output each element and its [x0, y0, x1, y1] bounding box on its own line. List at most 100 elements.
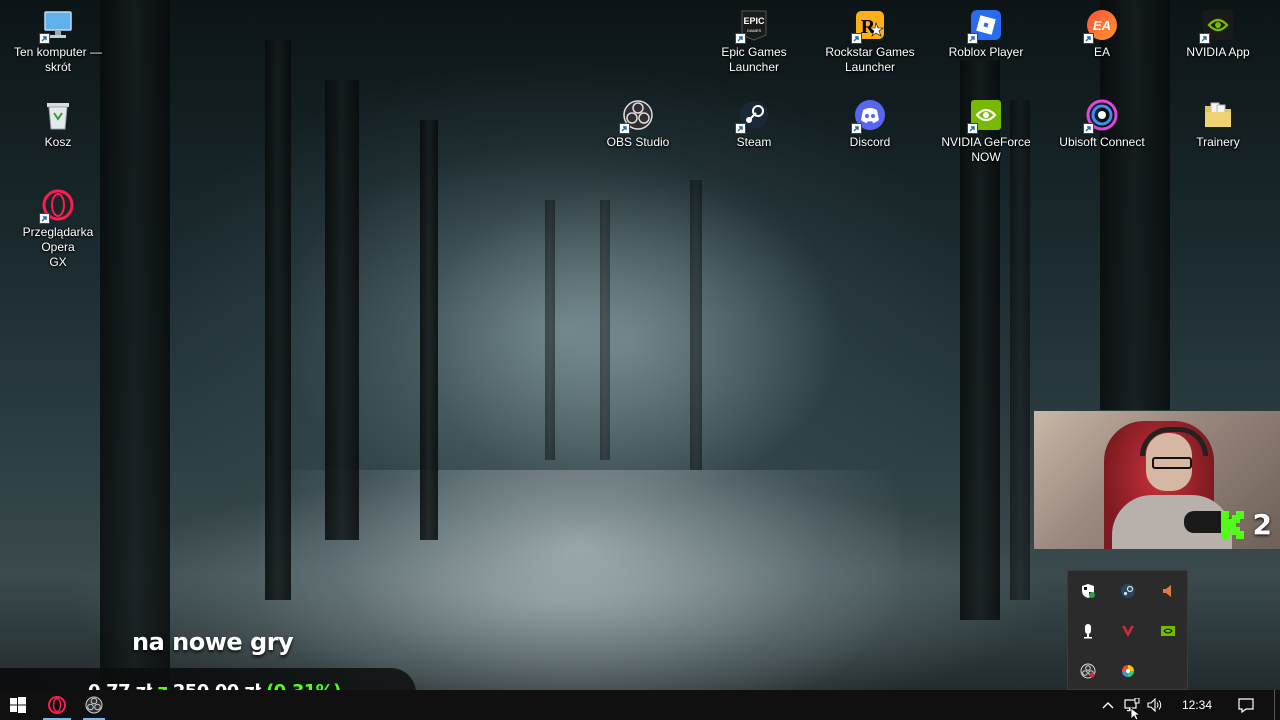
color-wheel-icon [1122, 665, 1134, 677]
obs-icon [85, 696, 103, 714]
tray-nvidia[interactable] [1148, 611, 1188, 651]
wallpaper-tree [265, 40, 291, 600]
desktop-icon-label: Ten komputer — [13, 45, 103, 59]
nvidia-icon [967, 98, 1003, 134]
tray-vpn[interactable] [1108, 611, 1148, 651]
desktop-icon-label: Trainery [1196, 135, 1240, 149]
tray-obs[interactable] [1068, 651, 1108, 691]
wallpaper-fog [420, 180, 840, 500]
tray-steam[interactable] [1108, 571, 1148, 611]
chevron-up-icon [1102, 702, 1114, 709]
wallpaper-tree [1010, 100, 1030, 600]
desktop-icon-label: GX [49, 255, 67, 269]
obs-icon [1080, 663, 1096, 679]
desktop-icon-discord[interactable]: Discord [818, 98, 922, 150]
desktop-icon-nvidia-app[interactable]: NVIDIA App [1166, 8, 1270, 60]
desktop-icon-label: Przeglądarka Opera [22, 225, 94, 254]
wallpaper-tree [100, 0, 170, 690]
webcam-glasses [1152, 457, 1192, 469]
show-hidden-icons-button[interactable] [1096, 690, 1120, 720]
steam-icon [735, 98, 771, 134]
desktop-icon-rockstar[interactable]: R Rockstar Games Launcher [818, 8, 922, 75]
desktop-icon-label: skrót [44, 60, 71, 74]
tray-windows-security[interactable] [1068, 571, 1108, 611]
speaker-muted-icon [1163, 585, 1171, 597]
kick-logo-icon [1220, 510, 1247, 539]
tray-overflow-flyout [1067, 570, 1188, 690]
rockstar-icon: R [851, 8, 887, 44]
webcam-overlay: 2 [1034, 411, 1280, 549]
ea-icon: EA [1083, 8, 1119, 44]
start-button[interactable] [0, 690, 36, 720]
desktop-icon-label: Steam [736, 135, 772, 149]
steam-icon [1121, 584, 1135, 598]
folder-icon [1201, 98, 1235, 132]
wallpaper-tree [325, 80, 359, 540]
notification-icon [1238, 698, 1254, 713]
taskbar: 12:34 [0, 690, 1280, 720]
desktop-icon-label: Rockstar Games [825, 45, 915, 59]
action-center-button[interactable] [1226, 690, 1266, 720]
wallpaper-tree [545, 200, 555, 460]
opera-gx-icon [48, 696, 66, 714]
wallpaper-tree [1100, 0, 1170, 410]
desktop-icon-label: Roblox Player [948, 45, 1024, 59]
svg-text:GAMES: GAMES [747, 28, 762, 33]
desktop-icon-ea[interactable]: EA EA [1050, 8, 1154, 60]
taskbar-app-opera-gx[interactable] [37, 690, 77, 720]
opera-gx-icon [39, 188, 75, 224]
wallpaper-tree [420, 120, 438, 540]
kick-badge-number: 2 [1252, 508, 1272, 541]
recycle-bin-icon [41, 98, 75, 132]
desktop-icon-obs-studio[interactable]: OBS Studio [586, 98, 690, 150]
system-tray: 12:34 [1096, 690, 1280, 720]
svg-text:EPIC: EPIC [743, 16, 765, 26]
desktop-icon-label: NOW [971, 150, 1001, 164]
donation-goal-title: na nowe gry [132, 628, 294, 656]
desktop-icon-label: EA [1093, 45, 1110, 59]
desktop-icon-label: Kosz [44, 135, 72, 149]
desktop-icon-recycle-bin[interactable]: Kosz [6, 98, 110, 150]
desktop: Ten komputer — skrót Kosz Przeglądarka O… [0, 0, 1280, 720]
clock[interactable]: 12:34 [1168, 698, 1226, 712]
tray-color-wheel[interactable] [1108, 651, 1148, 691]
desktop-icon-label: Epic Games [721, 45, 787, 59]
volume-button[interactable] [1144, 690, 1168, 720]
tray-microphone[interactable] [1068, 611, 1108, 651]
tray-empty-cell [1148, 651, 1188, 691]
show-desktop-button[interactable] [1274, 690, 1280, 720]
wallpaper-tree [600, 200, 610, 460]
tray-speaker[interactable] [1148, 571, 1188, 611]
desktop-icon-ubisoft[interactable]: Ubisoft Connect [1050, 98, 1154, 150]
volume-icon [1147, 698, 1162, 712]
nvidia-icon [1161, 626, 1175, 636]
desktop-icon-label: NVIDIA App [1186, 45, 1250, 59]
taskbar-app-obs[interactable] [77, 690, 111, 720]
discord-icon [851, 98, 887, 134]
wallpaper-tree [690, 180, 702, 470]
desktop-icon-label: Launcher [728, 60, 780, 74]
desktop-icon-label: Discord [849, 135, 891, 149]
nvidia-icon [1199, 8, 1235, 44]
desktop-icon-steam[interactable]: Steam [702, 98, 806, 150]
epic-games-icon: EPIC GAMES [735, 8, 771, 44]
desktop-icon-trainers[interactable]: Trainery [1166, 98, 1270, 150]
computer-icon [39, 8, 75, 44]
svg-text:EA: EA [1093, 18, 1111, 33]
desktop-icon-roblox[interactable]: Roblox Player [934, 8, 1038, 60]
windows-security-icon [1082, 584, 1095, 598]
desktop-icon-geforce-now[interactable]: NVIDIA GeForce NOW [934, 98, 1038, 165]
desktop-icon-epic-games[interactable]: EPIC GAMES Epic Games Launcher [702, 8, 806, 75]
ubisoft-icon [1083, 98, 1119, 134]
desktop-icon-label: NVIDIA GeForce [941, 135, 1031, 149]
obs-icon [619, 98, 655, 134]
microphone-icon [1084, 624, 1092, 639]
desktop-icon-this-pc[interactable]: Ten komputer — skrót [6, 8, 110, 75]
desktop-icon-label: OBS Studio [606, 135, 670, 149]
desktop-icon-label: Launcher [844, 60, 896, 74]
vpn-icon [1122, 626, 1134, 637]
desktop-icon-opera-gx[interactable]: Przeglądarka Opera GX [6, 188, 110, 270]
roblox-icon [967, 8, 1003, 44]
desktop-icon-label: Ubisoft Connect [1059, 135, 1145, 149]
kick-badge: 2 [1220, 508, 1272, 541]
